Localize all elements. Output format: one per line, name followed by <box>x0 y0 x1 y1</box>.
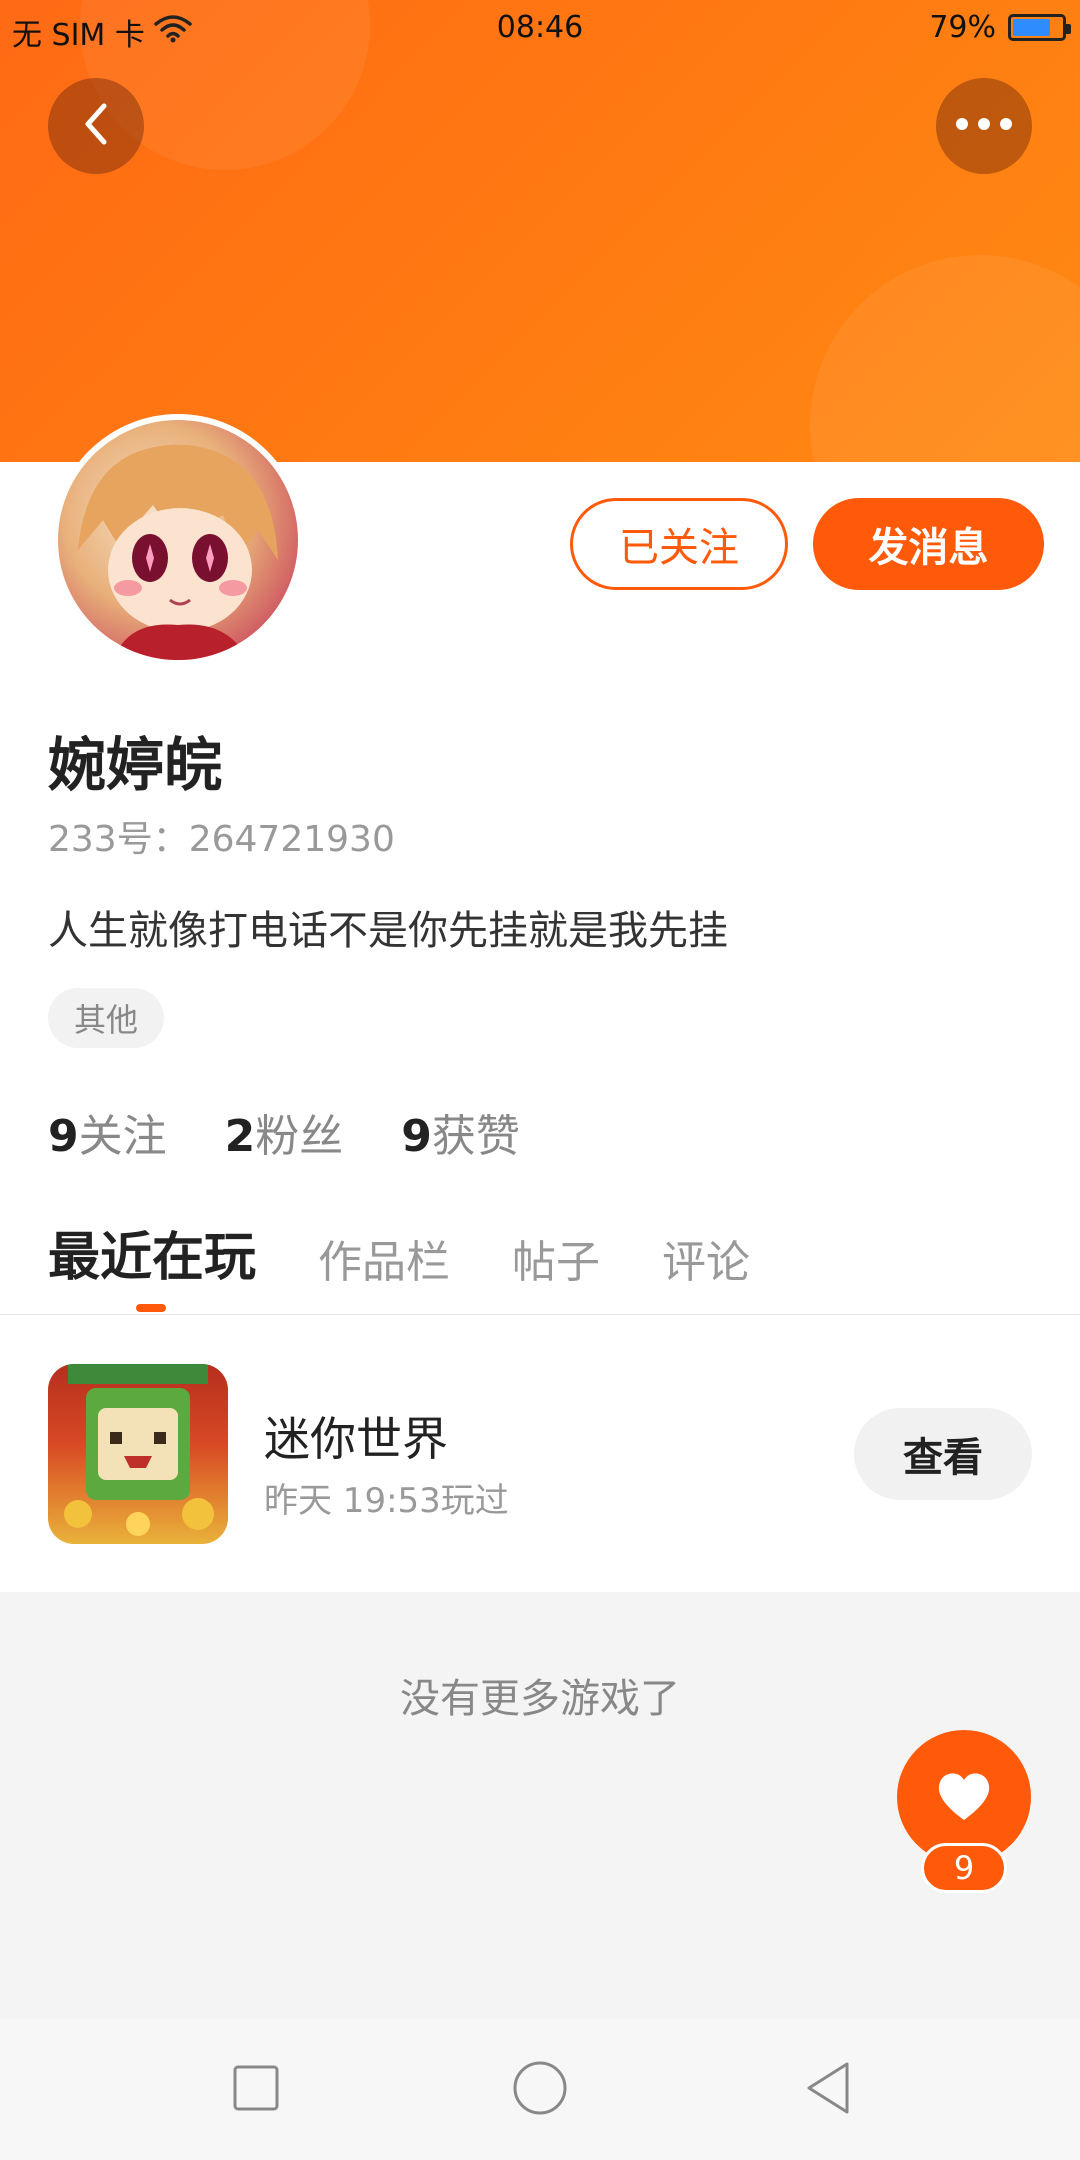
recent-apps-button[interactable] <box>224 2058 288 2122</box>
game-name: 迷你世界 <box>264 1412 448 1466</box>
stat-fans-count: 2 <box>224 1111 256 1162</box>
stats-row: 9关注 2粉丝 9获赞 <box>48 1100 520 1164</box>
status-bar: 无 SIM 卡 08:46 79% <box>0 0 1080 56</box>
view-game-button[interactable]: 查看 <box>854 1408 1032 1500</box>
back-nav-button[interactable] <box>796 2058 860 2122</box>
stat-fans[interactable]: 2粉丝 <box>225 1100 344 1164</box>
battery-percent: 79% <box>929 10 996 45</box>
circle-icon <box>512 2060 568 2120</box>
chevron-left-icon <box>76 100 116 152</box>
banner-decoration <box>810 255 1080 462</box>
bio: 人生就像打电话不是你先挂就是我先挂 <box>48 908 728 954</box>
empty-list-text: 没有更多游戏了 <box>400 1676 680 1722</box>
like-count-badge: 9 <box>921 1843 1007 1893</box>
game-last-played: 昨天 19:53玩过 <box>264 1481 509 1521</box>
system-nav-bar <box>0 2018 1080 2160</box>
more-button[interactable] <box>936 78 1032 174</box>
back-button[interactable] <box>48 78 144 174</box>
send-message-button[interactable]: 发消息 <box>813 498 1044 590</box>
triangle-back-icon <box>803 2060 853 2120</box>
stat-likes[interactable]: 9获赞 <box>401 1100 520 1164</box>
stat-following-count: 9 <box>48 1111 79 1162</box>
stat-likes-count: 9 <box>401 1111 432 1162</box>
stat-fans-label: 粉丝 <box>255 1111 344 1162</box>
battery-level <box>1013 19 1051 36</box>
battery-icon <box>1008 14 1071 41</box>
tab-posts[interactable]: 帖子 <box>512 1226 600 1290</box>
profile-banner <box>0 0 1080 462</box>
square-icon <box>233 2065 279 2115</box>
heart-icon <box>934 1768 994 1826</box>
status-right: 79% <box>929 10 1071 45</box>
nickname: 婉婷皖 <box>48 731 223 799</box>
followed-button[interactable]: 已关注 <box>570 498 788 590</box>
status-time: 08:46 <box>496 10 584 45</box>
more-horizontal-icon <box>954 116 1014 136</box>
home-button[interactable] <box>508 2058 572 2122</box>
avatar[interactable] <box>52 414 304 666</box>
list-item[interactable]: 迷你世界 昨天 19:53玩过 查看 <box>0 1315 1080 1592</box>
profile-screen: 无 SIM 卡 08:46 79% 已关注 发消息 婉婷皖 233号：26472… <box>0 0 1080 2160</box>
tab-works[interactable]: 作品栏 <box>318 1226 450 1290</box>
stat-likes-label: 获赞 <box>431 1111 520 1162</box>
game-icon <box>48 1364 228 1544</box>
stat-following[interactable]: 9关注 <box>48 1100 167 1164</box>
stat-following-label: 关注 <box>78 1111 167 1162</box>
interest-tag: 其他 <box>48 988 165 1048</box>
tab-recently-played[interactable]: 最近在玩 <box>48 1215 256 1290</box>
profile-tabs: 最近在玩 作品栏 帖子 评论 <box>48 1215 812 1290</box>
avatar-image <box>58 420 298 660</box>
user-id: 233号：264721930 <box>48 819 395 860</box>
battery-cap <box>1066 24 1071 34</box>
tab-comments[interactable]: 评论 <box>662 1226 750 1290</box>
tab-indicator <box>136 1304 166 1312</box>
